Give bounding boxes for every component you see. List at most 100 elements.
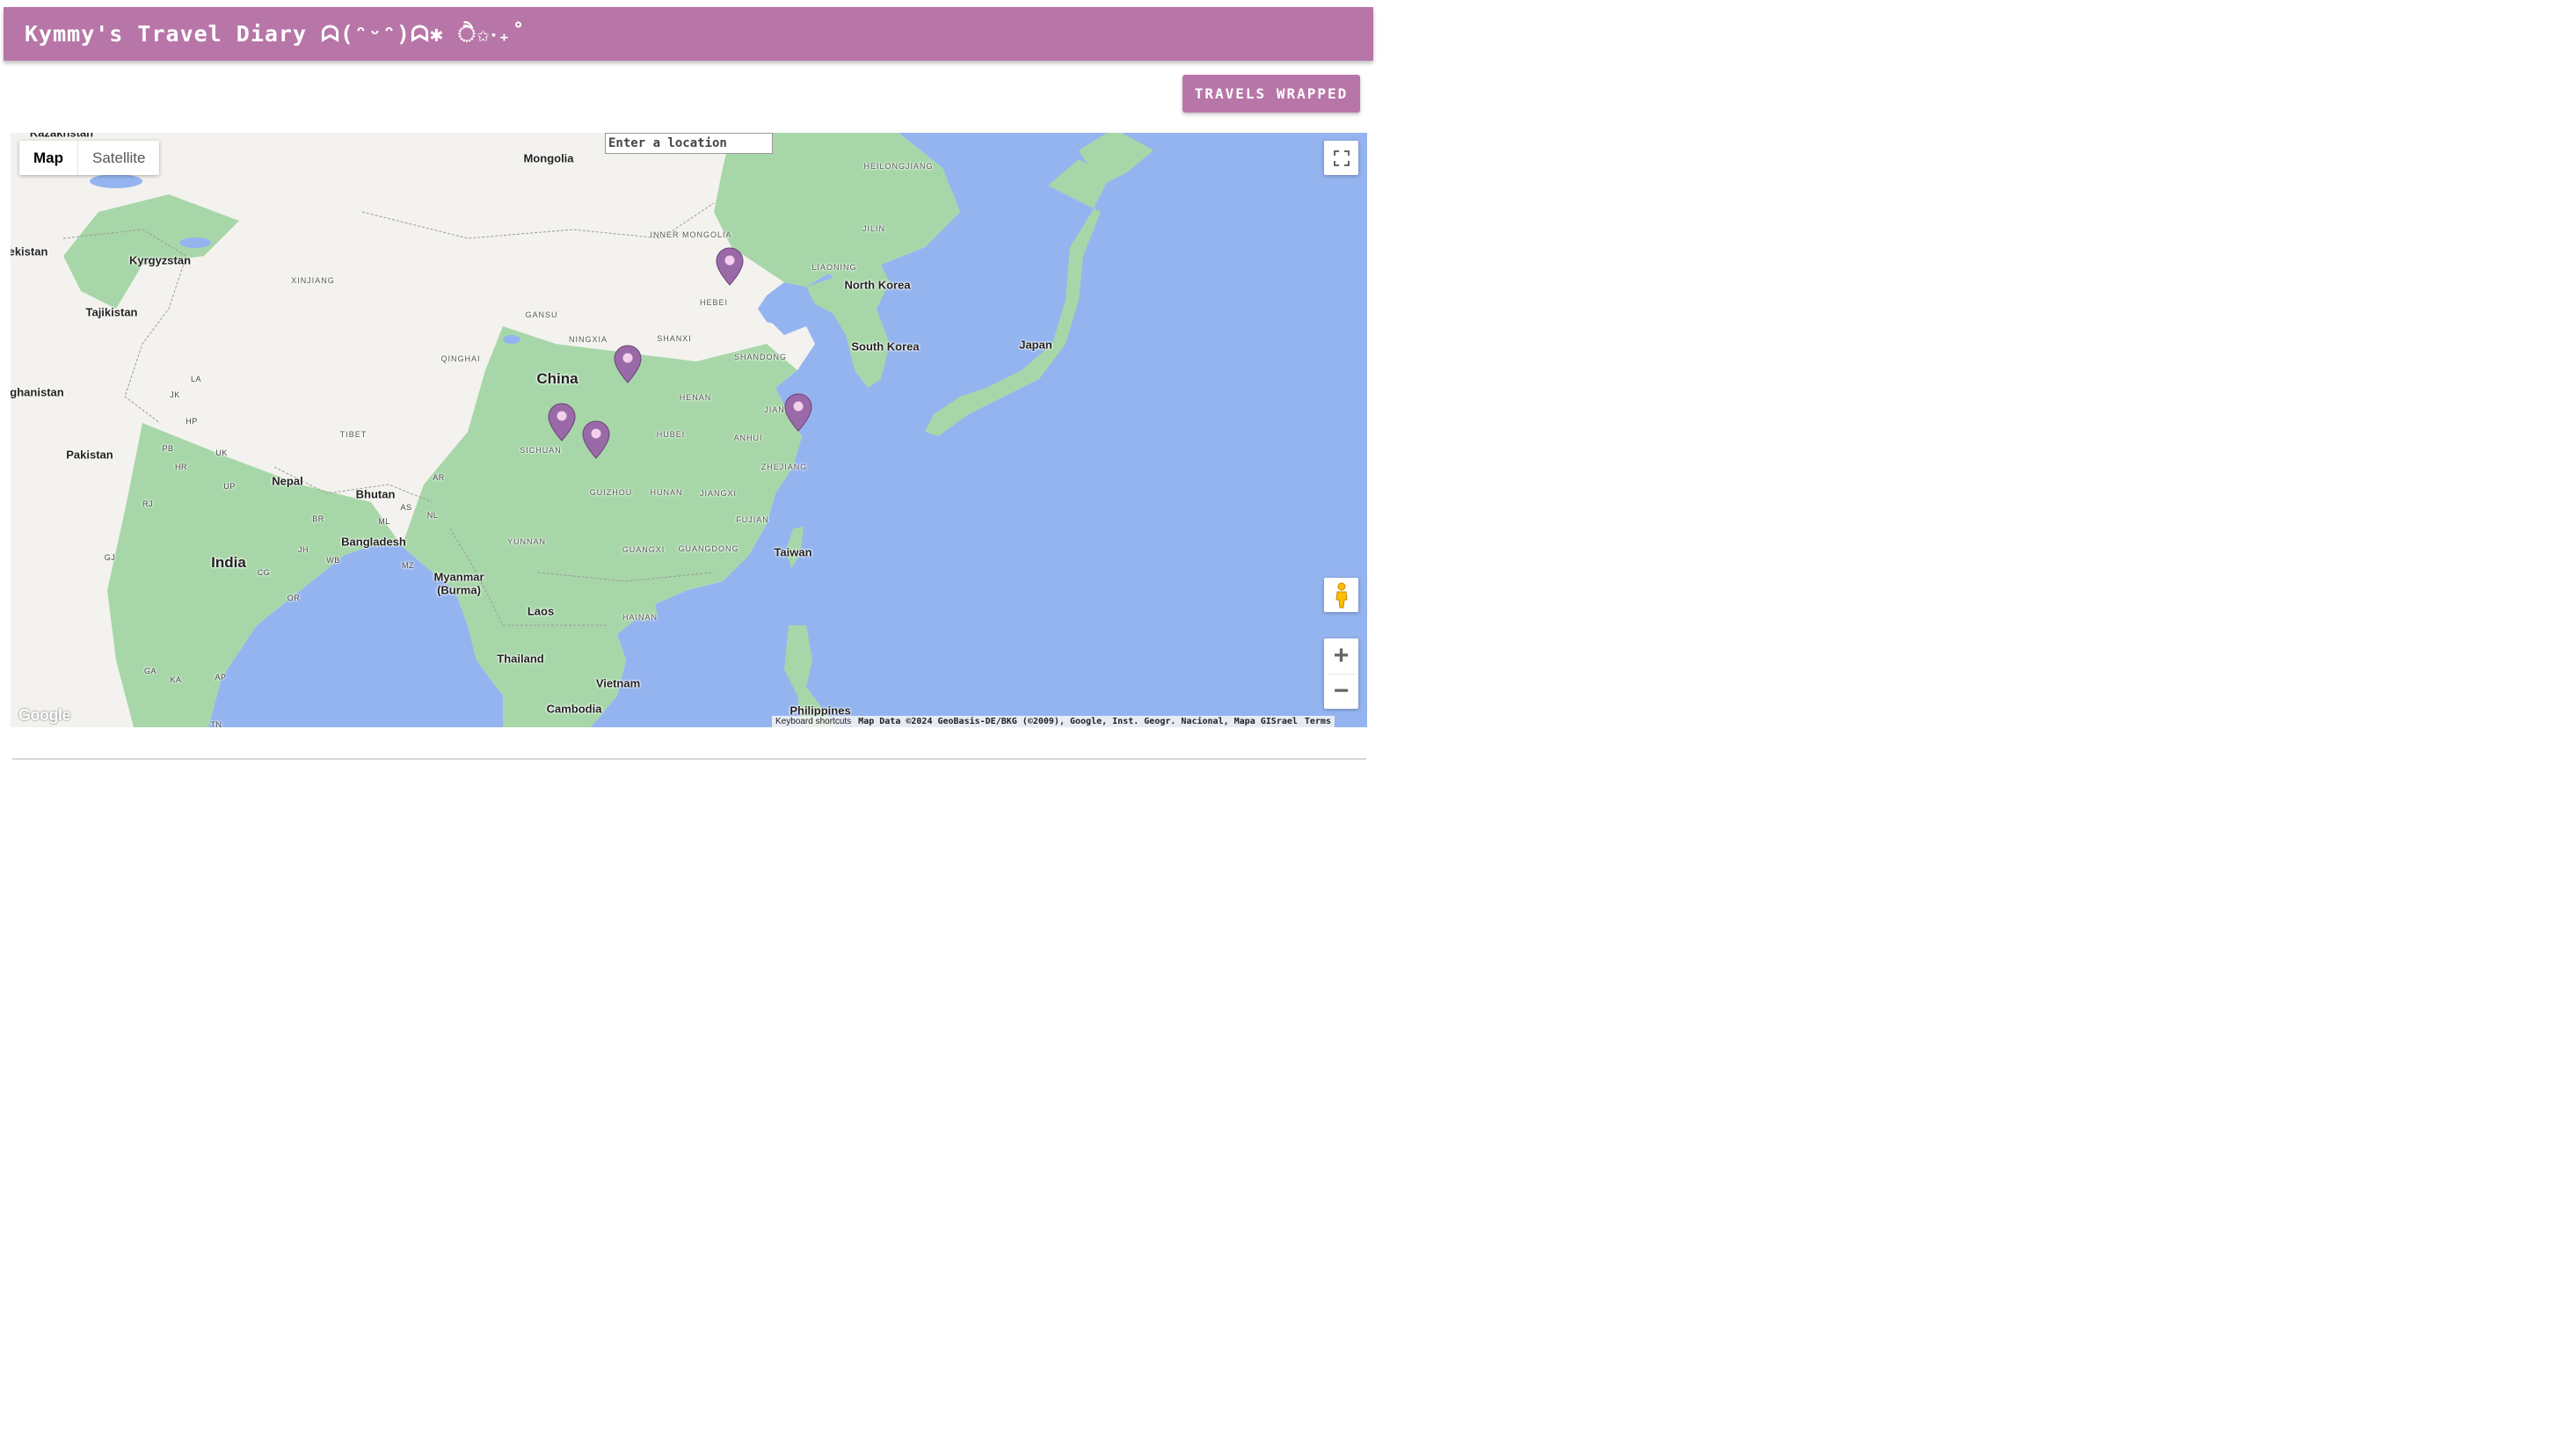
lake (90, 174, 142, 188)
map-label: Bhutan (355, 487, 396, 501)
map-label: Kyrgyzstan (128, 253, 192, 267)
map-container[interactable]: Kazakhstan Mongolia Kyrgyzstan ekistan Tajik… (11, 133, 1367, 727)
map-label: ML (378, 517, 390, 526)
map-label: HEBEI (699, 298, 729, 307)
map-label: Taiwan (774, 545, 812, 559)
map-label: Japan (1019, 338, 1052, 352)
map-label: GJ (104, 553, 116, 562)
map-label: CG (257, 568, 271, 577)
map-label: GUANGDONG (678, 544, 739, 553)
map-label: China (536, 370, 579, 387)
map-label: GUIZHOU (589, 488, 633, 497)
map-label: YUNNAN (506, 537, 547, 546)
zoom-out-button[interactable]: − (1324, 674, 1358, 709)
map-label: OR (287, 594, 301, 602)
map-label: Pakistan (66, 448, 113, 462)
terms-link[interactable]: Terms (1300, 716, 1335, 727)
map-label: TN (210, 720, 222, 727)
map-label: North Korea (844, 278, 911, 292)
fullscreen-icon (1333, 150, 1350, 166)
marker-beijing[interactable] (716, 247, 744, 286)
map-label: RJ (142, 500, 153, 508)
map-attribution: Keyboard shortcuts Map Data ©2024 GeoBas… (772, 716, 1335, 727)
map-label: Cambodia (546, 702, 602, 716)
map-label: India (211, 554, 246, 571)
map-label: Laos (527, 604, 555, 618)
app-header: Kymmy's Travel Diary ᗣ(ᵔᵕᵔ)ᗣ✱ ੈ✩‧₊˚ (4, 7, 1373, 61)
map-label: Thailand (497, 652, 544, 666)
map-label: FUJIAN (736, 515, 769, 524)
map-label: GUANGXI (622, 545, 666, 554)
marker-chongqing[interactable] (582, 420, 610, 459)
map-label: JIANGXI (699, 489, 738, 498)
map-label: Myanmar (433, 570, 484, 584)
keyboard-shortcuts-link[interactable]: Keyboard shortcuts (772, 716, 855, 727)
page-divider (12, 758, 1366, 760)
lake (503, 335, 520, 344)
map-label: JH (298, 545, 309, 554)
map-label: JILIN (862, 224, 886, 233)
travels-wrapped-button[interactable]: TRAVELS WRAPPED (1182, 75, 1360, 113)
fullscreen-button[interactable] (1324, 141, 1358, 175)
zoom-control: + − (1324, 638, 1358, 709)
map-label: GANSU (525, 310, 558, 319)
map-label: Tajikistan (85, 305, 138, 319)
map-label: KA (170, 675, 182, 684)
map-label: UK (215, 449, 228, 457)
street-view-button[interactable] (1324, 578, 1358, 612)
marker-xian[interactable] (614, 345, 642, 383)
map-label: (Burma) (437, 583, 481, 597)
map-type-control: Map Satellite (19, 141, 160, 175)
map-label: WB (326, 556, 340, 565)
map-label: ekistan (11, 244, 48, 259)
map-label: QINGHAI (440, 354, 481, 363)
map-label: SHANXI (657, 334, 692, 343)
map-label: Mongolia (523, 151, 574, 165)
map-label: SHANDONG (733, 353, 788, 361)
map-label: HR (175, 463, 187, 471)
pegman-icon (1335, 582, 1348, 608)
map-type-satellite[interactable]: Satellite (77, 141, 159, 175)
map-label: UP (223, 482, 236, 491)
map-label: HENAN (679, 393, 712, 402)
zoom-in-button[interactable]: + (1324, 638, 1358, 674)
map-label: AR (433, 473, 445, 482)
map-label: HUNAN (650, 488, 683, 497)
map-label: JK (170, 390, 180, 399)
google-logo: Google (18, 706, 71, 724)
map-label: PB (162, 444, 174, 453)
map-label: Vietnam (595, 676, 641, 690)
map-label: ZHEJIANG (760, 463, 808, 471)
map-data-text: Map Data ©2024 GeoBasis-DE/BKG (©2009), … (855, 716, 1301, 727)
lake (179, 237, 211, 248)
map-label: Kazakhstan (29, 133, 94, 140)
location-search-input[interactable] (605, 133, 773, 154)
map-label: AP (215, 673, 227, 682)
marker-chengdu[interactable] (548, 403, 576, 441)
map-canvas[interactable] (11, 133, 1367, 727)
map-label: Nepal (272, 474, 303, 488)
map-label: SICHUAN (520, 446, 562, 455)
map-label: South Korea (851, 339, 920, 354)
map-label: HAINAN (622, 613, 659, 622)
map-label: ANHUI (733, 434, 763, 442)
map-label: NL (426, 511, 439, 520)
marker-shanghai[interactable] (784, 393, 812, 432)
map-label: INNER MONGOLIA (650, 230, 732, 239)
map-label: MZ (402, 561, 414, 570)
map-label: JIAN (764, 405, 785, 414)
map-label: LIAONING (811, 263, 857, 272)
map-label: AS (400, 503, 412, 512)
map-type-map[interactable]: Map (19, 141, 77, 175)
map-label: TIBET (339, 430, 367, 439)
map-label: GA (143, 667, 157, 675)
map-label: NINGXIA (568, 335, 608, 344)
map-label: Bangladesh (341, 535, 406, 549)
map-label: ghanistan (11, 385, 64, 399)
map-label: LA (190, 375, 202, 383)
map-label: XINJIANG (291, 276, 335, 285)
app-title: Kymmy's Travel Diary ᗣ(ᵔᵕᵔ)ᗣ✱ ੈ✩‧₊˚ (25, 21, 527, 47)
map-label: HP (186, 417, 198, 426)
map-label: BR (312, 514, 324, 523)
map-label: HUBEI (656, 430, 686, 439)
